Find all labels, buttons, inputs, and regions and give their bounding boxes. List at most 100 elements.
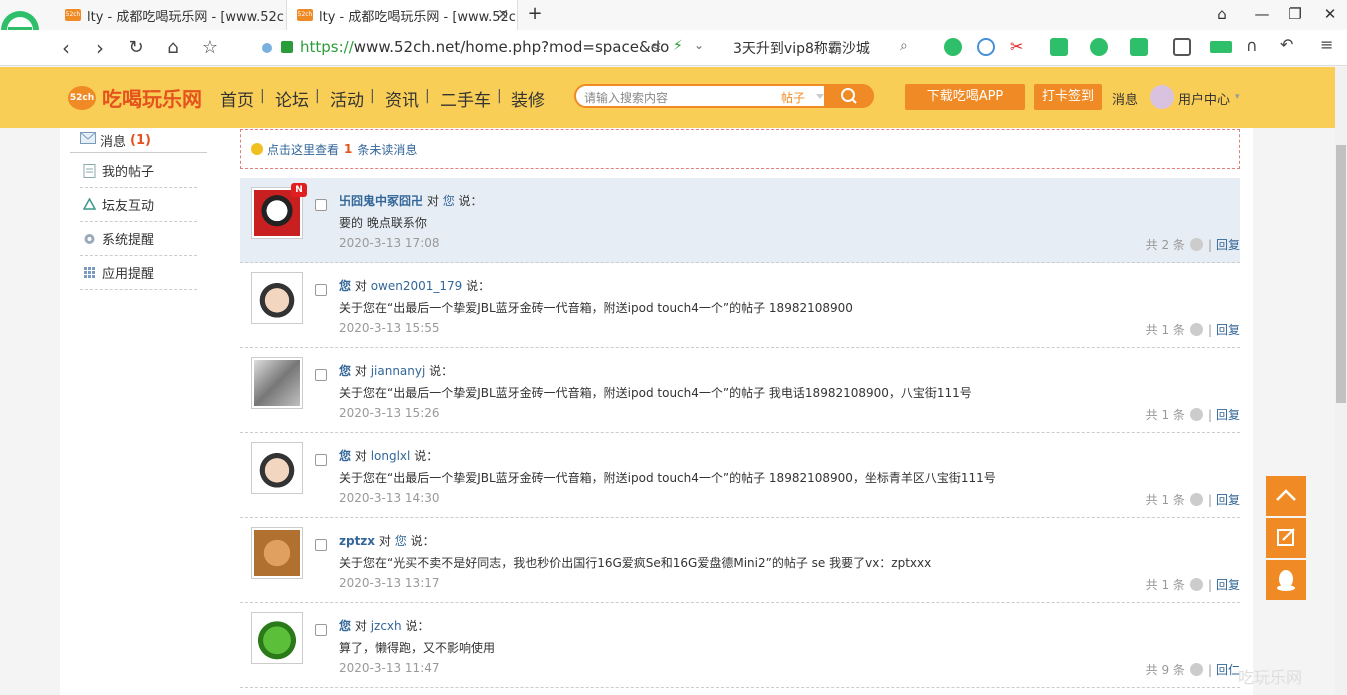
unread-notice[interactable]: 点击这里查看 1 条未读消息 <box>240 129 1240 169</box>
expand-icon[interactable] <box>1189 323 1203 336</box>
forward-icon[interactable]: › <box>88 36 112 60</box>
reply-link[interactable]: 回复 <box>1216 321 1240 338</box>
nav-news[interactable]: 资讯 <box>385 86 419 111</box>
lightning-icon[interactable]: ⚡ <box>673 38 683 54</box>
messages-link[interactable]: 消息 <box>1112 89 1138 108</box>
restore-icon[interactable]: ❐ <box>1285 5 1305 23</box>
shirt-icon[interactable]: ⌂ <box>1212 5 1232 23</box>
headphone-icon[interactable]: ∩ <box>1246 36 1258 55</box>
select-checkbox[interactable] <box>315 199 327 211</box>
expand-icon[interactable] <box>1189 493 1203 506</box>
avatar[interactable] <box>251 357 303 409</box>
recipient-link[interactable]: 您 <box>443 194 455 208</box>
chat-icon[interactable] <box>944 38 962 56</box>
chevron-down-icon[interactable]: ⌄ <box>694 38 704 52</box>
message-row[interactable]: 您 对 jzcxh 说： 算了，懒得跑，又不影响使用 2020-3-13 11:47… <box>240 603 1240 688</box>
reply-link[interactable]: 回复 <box>1216 491 1240 508</box>
site-logo[interactable]: 52ch 吃喝玩乐网 <box>68 83 202 112</box>
message-row[interactable]: 您 对 jiannanyj 说： 关于您在“出最后一个挚爱JBL蓝牙金砖一代音箱，… <box>240 348 1240 433</box>
select-checkbox[interactable] <box>315 454 327 466</box>
star-icon[interactable]: ☆ <box>198 37 222 58</box>
recipient-link[interactable]: jzcxh <box>371 619 402 633</box>
nav-forum[interactable]: 论坛 <box>275 86 309 111</box>
nav-events[interactable]: 活动 <box>330 86 364 111</box>
search-button[interactable] <box>824 84 874 108</box>
nav-decoration[interactable]: 装修 <box>511 86 545 111</box>
back-to-top-button[interactable] <box>1266 476 1306 516</box>
game-icon[interactable] <box>1130 38 1148 56</box>
select-checkbox[interactable] <box>315 539 327 551</box>
sender-link[interactable]: 您 <box>339 449 351 463</box>
scrollbar-thumb[interactable] <box>1336 145 1346 403</box>
recipient-link[interactable]: 您 <box>395 534 407 548</box>
adblock-icon[interactable] <box>977 38 995 56</box>
new-tab-button[interactable]: + <box>525 3 545 24</box>
checkin-button[interactable]: 打卡签到 <box>1034 84 1102 110</box>
download-app-button[interactable]: 下载吃喝APP <box>905 84 1025 110</box>
compose-button[interactable] <box>1266 518 1306 558</box>
select-checkbox[interactable] <box>315 624 327 636</box>
reply-link[interactable]: 回复 <box>1216 406 1240 423</box>
avatar[interactable] <box>251 527 303 579</box>
browser-tab[interactable]: 52ch lty - 成都吃喝玩乐网 - [www.52c <box>55 0 285 30</box>
select-checkbox[interactable] <box>315 284 327 296</box>
sender-link[interactable]: zptzx <box>339 534 375 548</box>
sender-link[interactable]: 您 <box>339 279 351 293</box>
user-center-link[interactable]: 用户中心 <box>1178 89 1230 108</box>
search-icon[interactable]: ⌕ <box>900 38 908 54</box>
search-input[interactable]: 请输入搜索内容 <box>584 89 668 106</box>
refresh-icon[interactable]: ↻ <box>124 37 148 58</box>
scissors-icon[interactable]: ✂ <box>1010 37 1023 56</box>
chevron-down-icon[interactable] <box>816 94 824 99</box>
message-row[interactable]: 您 对 owen2001_179 说： 关于您在“出最后一个挚爱JBL蓝牙金砖一代… <box>240 263 1240 348</box>
browser-tab-active[interactable]: 52ch lty - 成都吃喝玩乐网 - [www.52c ✕ <box>286 0 518 30</box>
translate-icon[interactable] <box>1050 38 1068 56</box>
avatar[interactable] <box>251 272 303 324</box>
nav-home[interactable]: 首页 <box>220 86 254 111</box>
menu-icon[interactable]: ≡ <box>1320 35 1333 54</box>
apps-icon[interactable] <box>1173 38 1191 56</box>
reply-link[interactable]: 回仁 <box>1216 661 1240 678</box>
sender-link[interactable]: 您 <box>339 364 351 378</box>
sidebar-item-app-alerts[interactable]: 应用提醒 <box>80 256 197 290</box>
sidebar-item-my-posts[interactable]: 我的帖子 <box>80 154 197 188</box>
message-row[interactable]: zptzx 对 您 说： 关于您在“光买不卖不是好同志，我也秒价出国行16G爱疯S… <box>240 518 1240 603</box>
search-category-select[interactable]: 帖子 <box>781 89 805 106</box>
undo-icon[interactable]: ↶ <box>1280 35 1293 54</box>
sender-link[interactable]: 卐囧鬼中冢囧卍 <box>339 194 423 208</box>
qq-contact-button[interactable] <box>1266 560 1306 600</box>
site-info-icon[interactable] <box>262 43 272 53</box>
sender-link[interactable]: 您 <box>339 619 351 633</box>
chevron-down-icon[interactable]: ▾ <box>1235 92 1240 102</box>
scrollbar[interactable] <box>1335 67 1347 695</box>
share-icon[interactable]: ⋖ <box>650 39 662 55</box>
message-row[interactable]: 您 对 longlxl 说： 关于您在“出最后一个挚爱JBL蓝牙金砖一代音箱，附送… <box>240 433 1240 518</box>
url-field[interactable]: https://www.52ch.net/home.php?mod=space&… <box>300 38 669 56</box>
nav-used-cars[interactable]: 二手车 <box>440 86 491 111</box>
tab-close-icon[interactable]: ✕ <box>497 7 509 23</box>
coupon-icon[interactable] <box>1090 38 1108 56</box>
expand-icon[interactable] <box>1189 238 1203 251</box>
avatar[interactable] <box>251 442 303 494</box>
avatar[interactable] <box>251 612 303 664</box>
reply-link[interactable]: 回复 <box>1216 236 1240 253</box>
back-icon[interactable]: ‹ <box>54 36 78 60</box>
expand-icon[interactable] <box>1189 578 1203 591</box>
reply-link[interactable]: 回复 <box>1216 576 1240 593</box>
sidebar-item-system-alerts[interactable]: 系统提醒 <box>80 222 197 256</box>
minimize-icon[interactable]: — <box>1252 5 1272 23</box>
expand-icon[interactable] <box>1189 408 1203 421</box>
home-icon[interactable]: ⌂ <box>161 37 185 58</box>
message-row[interactable]: N 卐囧鬼中冢囧卍 对 您 说： 要的 晚点联系你 2020-3-13 17:08 共 … <box>240 178 1240 263</box>
avatar[interactable] <box>1150 85 1174 109</box>
expand-icon[interactable] <box>1189 663 1203 676</box>
sidebar-item-interaction[interactable]: 坛友互动 <box>80 188 197 222</box>
select-checkbox[interactable] <box>315 369 327 381</box>
search-suggestion[interactable]: 3天升到vip8称霸沙城 <box>733 38 870 58</box>
close-window-icon[interactable]: ✕ <box>1320 5 1340 23</box>
battery-icon[interactable] <box>1210 41 1232 53</box>
recipient-link[interactable]: jiannanyj <box>371 364 426 378</box>
recipient-link[interactable]: owen2001_179 <box>371 279 463 293</box>
recipient-link[interactable]: longlxl <box>371 449 411 463</box>
sidebar-header[interactable]: 消息 (1) <box>70 128 207 153</box>
